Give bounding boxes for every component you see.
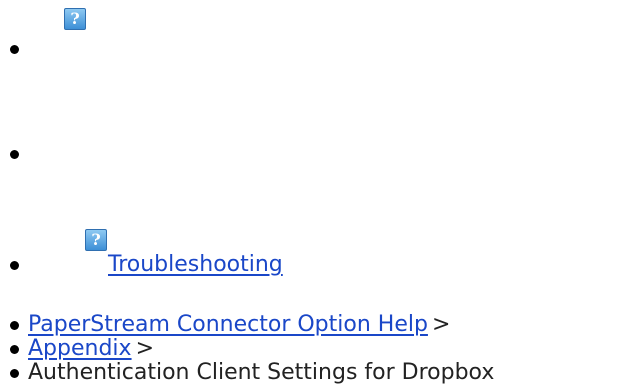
troubleshooting-link[interactable]: Troubleshooting <box>26 250 283 280</box>
help-icon-glyph: ? <box>91 230 101 249</box>
bullet <box>10 369 19 378</box>
breadcrumb-current: Authentication Client Settings for Dropb… <box>28 360 495 385</box>
bullet <box>10 321 19 330</box>
bullet <box>10 261 19 270</box>
breadcrumb-separator: > <box>431 312 451 337</box>
help-icon[interactable]: ? <box>64 8 86 30</box>
troubleshooting-label: Troubleshooting <box>108 252 283 277</box>
help-icon-glyph: ? <box>70 9 80 28</box>
bullet <box>10 45 19 54</box>
bullet <box>10 150 19 159</box>
troubleshooting-help-icon[interactable]: ? <box>85 229 107 251</box>
bullet <box>10 345 19 354</box>
